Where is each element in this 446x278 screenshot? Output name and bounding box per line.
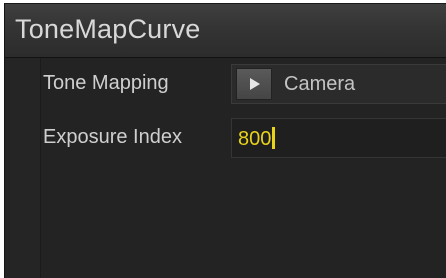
text-caret [272,127,276,149]
panel-titlebar[interactable]: ToneMapCurve [5,4,446,58]
exposure-index-input[interactable]: 800 [231,118,446,158]
triangle-right-icon[interactable] [236,68,272,100]
param-row-exposure-index: Exposure Index 800 [41,116,446,162]
left-gutter [5,58,41,278]
parameter-list: Tone Mapping Camera Exposure Index 800 [41,58,446,278]
tone-mapping-dropdown[interactable]: Camera [231,64,446,104]
triangle-right-icon-glyph [250,78,260,90]
exposure-index-label: Exposure Index [43,126,182,148]
panel-title: ToneMapCurve [15,14,201,44]
exposure-index-value-text: 800 [238,128,272,150]
param-row-tone-mapping: Tone Mapping Camera [41,62,446,108]
tone-mapping-label: Tone Mapping [43,72,169,94]
tone-mapping-value: Camera [284,73,356,95]
tonemapcurve-panel: ToneMapCurve Tone Mapping Camera Exposur… [4,3,446,278]
exposure-index-value: 800 [238,127,276,151]
